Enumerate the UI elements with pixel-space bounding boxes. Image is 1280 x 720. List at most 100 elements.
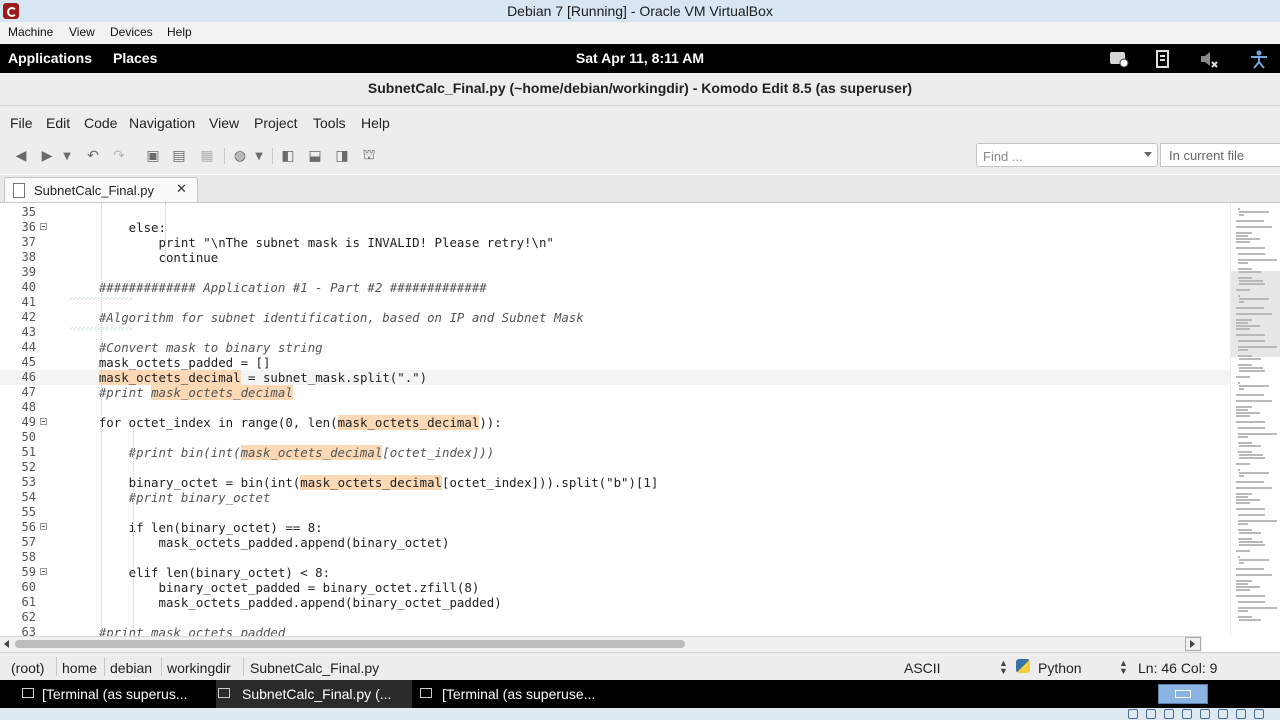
save-icon[interactable]: ▦ — [198, 147, 216, 165]
capture-icon[interactable] — [1236, 709, 1246, 719]
horizontal-scrollbar[interactable] — [0, 636, 1202, 652]
breadcrumb-home[interactable]: home — [62, 660, 97, 676]
breadcrumb-debian[interactable]: debian — [110, 660, 152, 676]
close-tab-icon[interactable]: ✕ — [176, 182, 187, 197]
code-line[interactable]: 47 #print mask_octets_decimal — [0, 385, 1230, 400]
code-line[interactable]: 42 #Algorithm for subnet identification,… — [0, 310, 1230, 325]
code-line[interactable]: 35 — [0, 205, 1230, 220]
breadcrumb-file[interactable]: SubnetCalc_Final.py — [250, 660, 379, 676]
optical-drive-icon[interactable] — [1146, 709, 1156, 719]
find-scope-selector[interactable]: In current file — [1160, 143, 1280, 167]
history-dropdown-icon[interactable]: ▼ — [58, 147, 76, 165]
vm-menu-machine[interactable]: Machine — [8, 25, 53, 39]
code-line[interactable]: 61 mask_octets_padded.append(binary_octe… — [0, 595, 1230, 610]
code-line[interactable]: 62 — [0, 610, 1230, 625]
code-line[interactable]: 59 elif len(binary_octet) < 8: — [0, 565, 1230, 580]
workspace-switcher[interactable] — [1158, 684, 1208, 704]
code-line[interactable]: 46 mask_octets_decimal = subnet_mask.spl… — [0, 370, 1230, 385]
browser-preview-icon[interactable]: ◍ — [231, 147, 249, 165]
code-line[interactable]: 53 binary_octet = bin(int(mask_octets_de… — [0, 475, 1230, 490]
tab-subnetcalc-final[interactable]: SubnetCalc_Final.py ✕ — [4, 177, 198, 202]
task-terminal-1[interactable]: [Terminal (as superus... — [20, 680, 210, 708]
line-number: 35 — [21, 205, 36, 219]
code-editor[interactable]: 35 36 else: 37 print "\nThe subnet mask is… — [0, 203, 1230, 636]
menu-project[interactable]: Project — [254, 115, 298, 131]
code-line[interactable]: 57 mask_octets_padded.append(binary_octe… — [0, 535, 1230, 550]
code-line[interactable]: 58 — [0, 550, 1230, 565]
browser-dropdown-icon[interactable]: ▼ — [250, 147, 268, 165]
task-terminal-2[interactable]: [Terminal (as superuse... — [418, 680, 618, 708]
menu-file[interactable]: File — [10, 115, 33, 131]
minimap-line — [1237, 514, 1265, 516]
toggle-left-pane-icon[interactable]: ◧ — [279, 147, 297, 165]
scrollbar-thumb[interactable] — [15, 640, 685, 648]
usb-icon[interactable] — [1200, 709, 1210, 719]
code-line[interactable]: 60 binary_octet_padded = binary_octet.zf… — [0, 580, 1230, 595]
scroll-right-arrow-icon[interactable] — [1190, 640, 1195, 648]
code-line[interactable]: 41 — [0, 295, 1230, 310]
find-dropdown-icon[interactable] — [1144, 152, 1152, 157]
new-file-icon[interactable]: ▣ — [144, 147, 162, 165]
menu-navigation[interactable]: Navigation — [129, 115, 195, 131]
menu-tools[interactable]: Tools — [313, 115, 346, 131]
find-input[interactable] — [977, 144, 1145, 168]
fold-toggle-icon[interactable] — [40, 223, 47, 230]
language-spin-icon[interactable]: ▲ ▼ — [1119, 659, 1128, 676]
hard-disk-icon[interactable] — [1128, 709, 1138, 719]
open-folder-icon[interactable]: ▤ — [170, 147, 188, 165]
redo-icon[interactable]: ↷ — [110, 147, 128, 165]
code-line[interactable]: 36 else: — [0, 220, 1230, 235]
code-line[interactable]: 39 — [0, 265, 1230, 280]
breadcrumb-root[interactable]: (root) — [11, 660, 44, 676]
host-key-icon[interactable] — [1254, 709, 1264, 719]
code-line[interactable]: 50 — [0, 430, 1230, 445]
vm-menu-view[interactable]: View — [69, 25, 95, 39]
audio-icon[interactable] — [1164, 709, 1174, 719]
code-line[interactable]: 51 #print bin(int(mask_octets_decimal[oc… — [0, 445, 1230, 460]
scroll-left-arrow-icon[interactable] — [4, 640, 9, 648]
task-komodo[interactable]: SubnetCalc_Final.py (... — [216, 680, 412, 708]
network-adapter-icon[interactable] — [1182, 709, 1192, 719]
code-text: binary_octet = bin(int(mask_octets_decim… — [69, 475, 659, 490]
code-line[interactable]: 49 for octet_index in range(0, len(mask_… — [0, 415, 1230, 430]
fold-toggle-icon[interactable] — [40, 568, 47, 575]
code-minimap[interactable] — [1230, 203, 1280, 636]
menu-code[interactable]: Code — [84, 115, 117, 131]
code-line[interactable]: 38 continue — [0, 250, 1230, 265]
panel-clock[interactable]: Sat Apr 11, 8:11 AM — [0, 50, 1280, 66]
code-line[interactable]: 56 if len(binary_octet) == 8: — [0, 520, 1230, 535]
forward-arrow-icon[interactable]: ▶ — [38, 147, 56, 165]
accessibility-icon[interactable] — [1248, 49, 1270, 69]
code-line[interactable]: 45 mask_octets_padded = [] — [0, 355, 1230, 370]
volume-muted-icon[interactable] — [1198, 49, 1220, 69]
undo-icon[interactable]: ↶ — [84, 147, 102, 165]
vm-menu-help[interactable]: Help — [167, 25, 192, 39]
fold-toggle-icon[interactable] — [40, 523, 47, 530]
find-field[interactable] — [976, 143, 1158, 168]
menu-view[interactable]: View — [209, 115, 239, 131]
code-line[interactable]: 52 — [0, 460, 1230, 475]
code-line[interactable]: 63 #print mask_octets_padded — [0, 625, 1230, 636]
menu-help[interactable]: Help — [361, 115, 390, 131]
toolbox-icon[interactable]: ⛫ — [360, 147, 378, 165]
language-selector[interactable]: Python — [1038, 660, 1082, 676]
code-line[interactable]: 48 — [0, 400, 1230, 415]
code-line[interactable]: 37 print "\nThe subnet mask is INVALID! … — [0, 235, 1230, 250]
menu-edit[interactable]: Edit — [46, 115, 70, 131]
toggle-bottom-pane-icon[interactable]: ⬓ — [306, 147, 324, 165]
code-line[interactable]: 55 — [0, 505, 1230, 520]
encoding-selector[interactable]: ASCII — [904, 660, 941, 676]
encoding-spin-icon[interactable]: ▲ ▼ — [999, 659, 1008, 676]
breadcrumb-workingdir[interactable]: workingdir — [167, 660, 231, 676]
code-line[interactable]: 40 ############# Application #1 - Part #… — [0, 280, 1230, 295]
toggle-right-pane-icon[interactable]: ◨ — [333, 147, 351, 165]
notification-icon[interactable] — [1108, 49, 1130, 69]
code-line[interactable]: 54 #print binary_octet — [0, 490, 1230, 505]
code-line[interactable]: 43 — [0, 325, 1230, 340]
network-icon[interactable] — [1152, 49, 1174, 69]
fold-toggle-icon[interactable] — [40, 418, 47, 425]
shared-folder-icon[interactable] — [1218, 709, 1228, 719]
vm-menu-devices[interactable]: Devices — [110, 25, 153, 39]
code-line[interactable]: 44 #Convert mask to binary string — [0, 340, 1230, 355]
back-arrow-icon[interactable]: ◀ — [12, 147, 30, 165]
